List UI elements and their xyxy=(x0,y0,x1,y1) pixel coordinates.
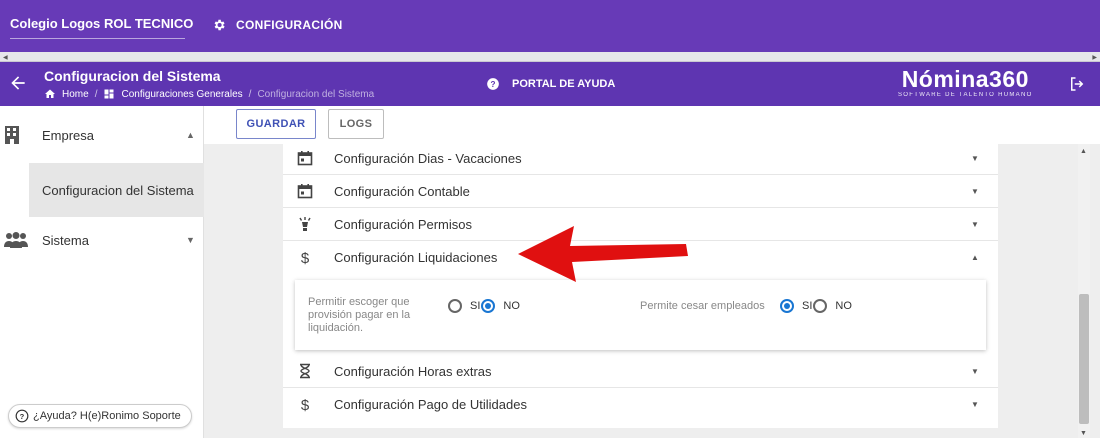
logout-icon[interactable] xyxy=(1068,75,1086,93)
chevron-down-icon: ▼ xyxy=(971,186,979,196)
configuration-menu[interactable]: CONFIGURACIÓN xyxy=(212,18,343,32)
svg-text:?: ? xyxy=(491,80,496,89)
cesar-si-radio[interactable] xyxy=(780,299,794,313)
scroll-up-icon[interactable]: ▲ xyxy=(1080,148,1087,155)
scroll-right-icon[interactable]: ▶ xyxy=(1092,54,1097,61)
breadcrumb-home[interactable]: Home xyxy=(44,88,89,100)
liquidaciones-options: Permitir escoger que provisión pagar en … xyxy=(295,280,986,350)
sidebar: Empresa ▲ Configuracion del Sistema Sist… xyxy=(0,106,204,438)
help-outline-icon: ? xyxy=(15,409,29,423)
back-arrow-icon[interactable] xyxy=(8,73,28,93)
sidebar-item-configuracion-sistema[interactable]: Configuracion del Sistema xyxy=(29,163,204,217)
breadcrumb: Home / Configuraciones Generales / Confi… xyxy=(44,88,374,100)
config-panel: Configuración Dias - Vacaciones ▼ Config… xyxy=(283,144,998,428)
provision-no-radio[interactable] xyxy=(481,299,496,313)
section-contable[interactable]: Configuración Contable ▼ xyxy=(283,175,998,208)
breadcrumb-configuraciones[interactable]: Configuraciones Generales xyxy=(103,88,243,100)
breadcrumb-current: Configuracion del Sistema xyxy=(257,88,375,100)
section-pago-utilidades[interactable]: $ Configuración Pago de Utilidades ▼ xyxy=(283,388,998,421)
chevron-down-icon: ▼ xyxy=(971,400,979,409)
svg-text:$: $ xyxy=(301,250,310,265)
cesar-radio-group: SI NO xyxy=(780,299,852,313)
top-bar: Colegio Logos ROL TECNICO CONFIGURACIÓN xyxy=(0,0,1100,52)
home-icon xyxy=(45,89,55,98)
section-dias-vacaciones[interactable]: Configuración Dias - Vacaciones ▼ xyxy=(283,142,998,175)
option-provision-label: Permitir escoger que provisión pagar en … xyxy=(308,296,411,334)
chevron-down-icon: ▼ xyxy=(971,219,979,229)
page-title: Configuracion del Sistema xyxy=(44,68,221,84)
caret-up-icon: ▲ xyxy=(186,130,195,140)
brand-logo: Nómina360 SOFTWARE DE TALENTO HUMANO xyxy=(898,66,1033,98)
vertical-scrollbar[interactable]: ▲ ▼ xyxy=(1078,144,1090,438)
sidebar-item-sistema[interactable]: Sistema ▼ xyxy=(0,214,204,266)
hourglass-icon xyxy=(300,363,310,379)
role-selector[interactable]: ROL TECNICO xyxy=(104,16,193,31)
chevron-down-icon: ▼ xyxy=(971,153,979,163)
school-name[interactable]: Colegio Logos xyxy=(10,16,100,31)
calendar-icon xyxy=(297,184,313,199)
action-toolbar: GUARDAR LOGS xyxy=(204,106,1100,144)
building-icon xyxy=(5,126,19,144)
provision-radio-group: SI NO xyxy=(448,299,520,313)
dashboard-icon xyxy=(104,89,114,99)
logs-button[interactable]: LOGS xyxy=(328,109,384,139)
caret-down-icon: ▼ xyxy=(186,235,195,245)
svg-text:?: ? xyxy=(20,412,25,421)
svg-text:$: $ xyxy=(301,397,310,412)
save-button[interactable]: GUARDAR xyxy=(236,109,316,139)
chevron-down-icon: ▼ xyxy=(971,366,979,376)
provision-si-radio[interactable] xyxy=(448,299,462,313)
lightbulb-icon xyxy=(299,217,311,231)
breadcrumb-separator: / xyxy=(94,88,98,100)
section-horas-extras[interactable]: Configuración Horas extras ▼ xyxy=(283,355,998,388)
scroll-down-icon[interactable]: ▼ xyxy=(1080,430,1087,437)
sidebar-item-empresa[interactable]: Empresa ▲ xyxy=(0,109,204,161)
support-help-chip[interactable]: ? ¿Ayuda? H(e)Ronimo Soporte xyxy=(8,404,192,428)
dollar-icon: $ xyxy=(301,397,310,412)
configuration-label: CONFIGURACIÓN xyxy=(236,18,343,32)
scrollbar-thumb[interactable] xyxy=(1079,294,1089,424)
gear-icon xyxy=(214,19,225,31)
calendar-icon xyxy=(297,151,313,166)
cesar-no-radio[interactable] xyxy=(813,299,828,313)
help-portal-link[interactable]: ? PORTAL DE AYUDA xyxy=(486,77,615,91)
scroll-left-icon[interactable]: ◀ xyxy=(3,54,8,61)
help-circle-icon: ? xyxy=(487,78,499,90)
chevron-up-icon: ▲ xyxy=(971,253,979,262)
horizontal-scrollbar[interactable]: ◀ ▶ xyxy=(0,52,1100,62)
red-arrow-annotation xyxy=(518,226,688,282)
dollar-icon: $ xyxy=(301,250,310,265)
role-underline xyxy=(10,38,185,39)
group-icon xyxy=(4,232,28,248)
breadcrumb-separator: / xyxy=(248,88,252,100)
option-cesar-label: Permite cesar empleados xyxy=(640,300,765,312)
page-header: Configuracion del Sistema Home / Configu… xyxy=(0,62,1100,106)
